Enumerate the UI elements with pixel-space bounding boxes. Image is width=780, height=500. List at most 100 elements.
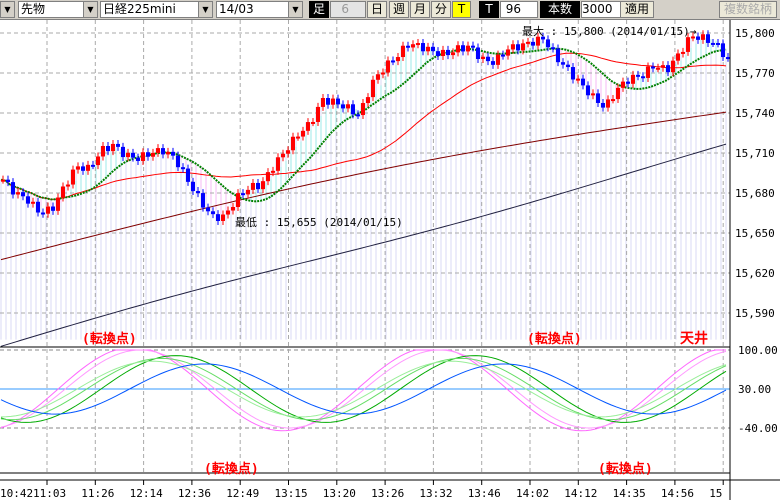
candle-body [111, 143, 115, 152]
product-select[interactable]: 日経225mini [100, 1, 200, 18]
time-tick-label: 10:42 [0, 487, 33, 500]
candle-body [251, 182, 255, 190]
menu-dropdown[interactable]: ▼ [0, 1, 15, 18]
price-tick-label: 15,620 [735, 267, 775, 280]
candle-body [126, 152, 130, 158]
candle-body [711, 42, 715, 45]
candle-body [556, 48, 560, 63]
candle-body [366, 97, 370, 104]
apply-button[interactable]: 適用 [620, 1, 654, 18]
candle-body [146, 152, 150, 157]
contract-dropdown-icon[interactable]: ▼ [288, 1, 303, 18]
candle-body [286, 150, 290, 154]
ashi-input[interactable]: 6 [330, 1, 366, 18]
t-input[interactable]: 96 [500, 1, 538, 18]
product-dropdown-icon[interactable]: ▼ [198, 1, 213, 18]
candle-body [206, 207, 210, 212]
candle-body [56, 197, 60, 211]
top-label: 天井 [680, 330, 708, 347]
candle-body [241, 193, 245, 196]
day-button[interactable]: 日 [367, 1, 387, 18]
count-label: 本数 [540, 1, 580, 18]
candle-body [31, 201, 35, 204]
candle-body [66, 184, 70, 187]
candle-body [26, 196, 30, 204]
candle-body [701, 34, 705, 40]
candle-body [661, 65, 665, 68]
candle-body [91, 164, 95, 167]
tick-button[interactable]: T [452, 1, 471, 18]
candle-body [231, 207, 235, 211]
candle-body [236, 193, 240, 208]
time-tick-label: 12:49 [226, 487, 259, 500]
candle-body [21, 192, 25, 197]
candle-body [221, 214, 225, 221]
candle-body [156, 148, 160, 153]
candle-body [16, 192, 20, 195]
market-dropdown-icon[interactable]: ▼ [83, 1, 98, 18]
candle-body [591, 93, 595, 96]
candle-body [151, 152, 155, 157]
candle-body [611, 99, 615, 102]
t-label: T [479, 1, 499, 18]
candle-body [351, 104, 355, 115]
candle-body [161, 148, 165, 155]
candle-body [41, 212, 45, 215]
candle-body [641, 76, 645, 79]
time-tick-label: 13:32 [419, 487, 452, 500]
candle-body [681, 51, 685, 54]
osc-tick-label: -40.00 [738, 422, 778, 435]
month-button[interactable]: 月 [410, 1, 430, 18]
candle-body [601, 102, 605, 108]
candle-body [226, 210, 230, 215]
candle-body [416, 43, 420, 46]
time-tick-label: 14:02 [516, 487, 549, 500]
candle-body [606, 99, 610, 108]
candle-body [546, 39, 550, 48]
price-tick-label: 15,770 [735, 67, 775, 80]
candle-body [106, 145, 110, 152]
candle-body [1, 179, 5, 182]
candle-body [296, 136, 300, 139]
candle-body [486, 56, 490, 62]
contract-select[interactable]: 14/03 [216, 1, 291, 18]
candle-body [451, 52, 455, 56]
candle-body [426, 46, 430, 52]
multi-symbol-button[interactable]: 複数銘柄 [719, 1, 777, 18]
time-tick-label: 13:20 [323, 487, 356, 500]
candle-body [86, 164, 90, 171]
candle-body [256, 182, 260, 190]
candle-body [11, 182, 15, 195]
price-tick-label: 15,650 [735, 227, 775, 240]
candle-body [276, 157, 280, 171]
candle-body [501, 54, 505, 57]
candle-body [326, 98, 330, 105]
minute-button[interactable]: 分 [431, 1, 451, 18]
time-tick-label: 14:35 [613, 487, 646, 500]
candle-body [81, 166, 85, 171]
ashi-label: 足 [309, 1, 329, 18]
candle-body [526, 41, 530, 44]
candle-body [176, 155, 180, 168]
candle-body [626, 81, 630, 84]
candle-body [266, 172, 270, 182]
time-tick-label: 12:36 [178, 487, 211, 500]
candle-body [166, 151, 170, 155]
turning-point-label: (転換点) [204, 461, 259, 477]
candle-body [571, 67, 575, 80]
candle-body [36, 201, 40, 213]
turning-point-label: (転換点) [527, 331, 582, 347]
market-select[interactable]: 先物 [18, 1, 84, 18]
price-tick-label: 15,740 [735, 107, 775, 120]
week-button[interactable]: 週 [389, 1, 409, 18]
candle-body [566, 64, 570, 68]
candle-body [136, 157, 140, 161]
candle-body [666, 65, 670, 73]
candle-body [316, 106, 320, 122]
candle-body [716, 42, 720, 45]
candle-body [651, 66, 655, 69]
price-chart: 15,800 15,770 15,740 15,710 15,680 15,650 15,6… [0, 20, 780, 500]
candle-body [216, 214, 220, 221]
price-tick-label: 15,800 [735, 27, 775, 40]
candle-body [656, 67, 660, 70]
